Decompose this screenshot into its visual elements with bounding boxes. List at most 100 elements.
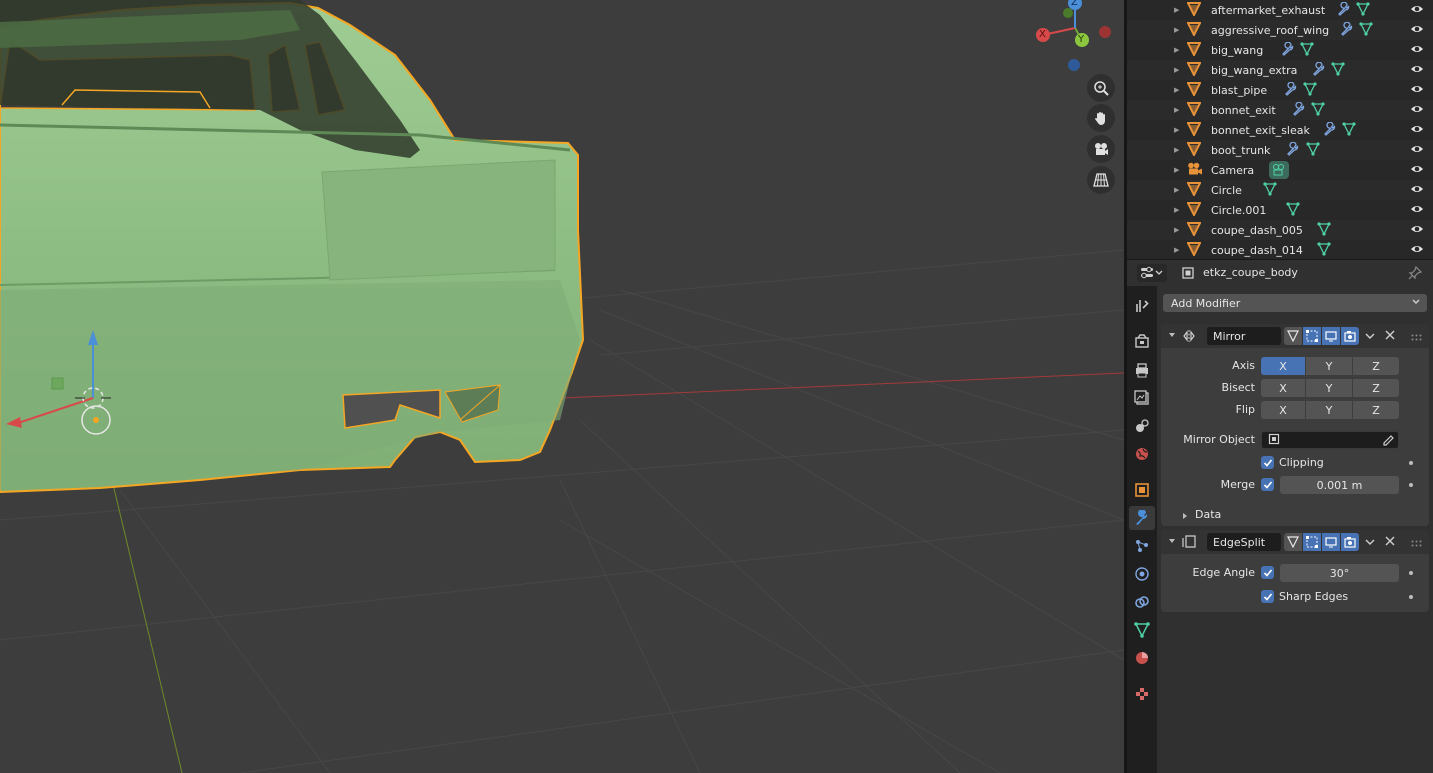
mesh-data-icon[interactable] (1311, 102, 1325, 119)
outliner-row-bonnet-exit[interactable]: ▶ bonnet_exit (1127, 100, 1433, 120)
wrench-icon[interactable] (1286, 141, 1300, 159)
expand-icon[interactable]: ▶ (1174, 86, 1179, 94)
outliner-item-name[interactable]: aggressive_roof_wing (1211, 24, 1329, 37)
wrench-icon[interactable] (1337, 1, 1351, 19)
visibility-eye-icon[interactable] (1410, 122, 1424, 139)
tab-render[interactable] (1129, 329, 1155, 353)
outliner-row-coupe-dash-005[interactable]: ▶ coupe_dash_005 (1127, 220, 1433, 240)
outliner-row-aggressive-roof-wing[interactable]: ▶ aggressive_roof_wing (1127, 20, 1433, 40)
axis-x-toggle[interactable]: X (1261, 357, 1305, 375)
bisect-z-toggle[interactable]: Z (1353, 379, 1399, 397)
outliner-item-name[interactable]: coupe_dash_014 (1211, 244, 1303, 257)
edit-mode-cage-icon[interactable] (1284, 327, 1302, 345)
expand-icon[interactable]: ▶ (1174, 246, 1179, 254)
tab-object[interactable] (1129, 478, 1155, 502)
outliner-row-circle-001[interactable]: ▶ Circle.001 (1127, 200, 1433, 220)
dropdown-chevron-icon[interactable] (1365, 537, 1375, 550)
outliner-item-name[interactable]: aftermarket_exhaust (1211, 4, 1325, 17)
visibility-eye-icon[interactable] (1410, 42, 1424, 59)
outliner-item-name[interactable]: big_wang_extra (1211, 64, 1297, 77)
mesh-data-icon[interactable] (1306, 142, 1320, 159)
eyedropper-icon[interactable] (1382, 435, 1394, 450)
edit-mode-toggle-icon[interactable] (1303, 533, 1321, 551)
tab-constraints[interactable] (1129, 590, 1155, 614)
add-modifier-dropdown[interactable]: Add Modifier (1163, 294, 1427, 312)
bisect-x-toggle[interactable]: X (1261, 379, 1305, 397)
render-toggle-icon[interactable] (1341, 327, 1359, 345)
camera-data-icon[interactable] (1269, 161, 1289, 182)
merge-checkbox[interactable] (1261, 478, 1274, 491)
tab-output[interactable] (1129, 358, 1155, 382)
edit-mode-cage-icon[interactable] (1284, 533, 1302, 551)
mesh-data-icon[interactable] (1286, 202, 1300, 219)
expand-icon[interactable]: ▶ (1174, 26, 1179, 34)
flip-y-toggle[interactable]: Y (1306, 401, 1352, 419)
visibility-eye-icon[interactable] (1410, 222, 1424, 239)
zoom-icon[interactable] (1087, 74, 1115, 102)
tab-world[interactable] (1129, 442, 1155, 466)
tab-physics[interactable] (1129, 562, 1155, 586)
mesh-data-icon[interactable] (1342, 122, 1356, 139)
outliner-item-name[interactable]: Camera (1211, 164, 1254, 177)
wrench-icon[interactable] (1340, 21, 1354, 39)
wrench-icon[interactable] (1312, 61, 1326, 79)
outliner-row-aftermarket-exhaust[interactable]: ▶ aftermarket_exhaust (1127, 0, 1433, 20)
outliner-row-big-wang-extra[interactable]: ▶ big_wang_extra (1127, 60, 1433, 80)
keyframe-dot-icon[interactable] (1409, 571, 1413, 575)
outliner-row-circle[interactable]: ▶ Circle (1127, 180, 1433, 200)
expand-icon[interactable]: ▶ (1174, 6, 1179, 14)
outliner-item-name[interactable]: bonnet_exit (1211, 104, 1276, 117)
mesh-data-icon[interactable] (1359, 22, 1373, 39)
outliner-row-coupe-dash-014[interactable]: ▶ coupe_dash_014 (1127, 240, 1433, 259)
clipping-checkbox[interactable] (1261, 456, 1274, 469)
bisect-y-toggle[interactable]: Y (1306, 379, 1352, 397)
mirror-object-field[interactable] (1261, 431, 1399, 449)
outliner-item-name[interactable]: blast_pipe (1211, 84, 1267, 97)
outliner[interactable]: ▶ aftermarket_exhaust ▶ aggressive_roof_… (1127, 0, 1433, 259)
keyframe-dot-icon[interactable] (1409, 483, 1413, 487)
drag-handle-icon[interactable] (1411, 538, 1423, 551)
editor-type-icon[interactable] (1137, 264, 1167, 282)
tab-modifiers[interactable] (1129, 506, 1155, 530)
expand-icon[interactable]: ▶ (1174, 226, 1179, 234)
expand-icon[interactable]: ▶ (1174, 186, 1179, 194)
mesh-data-icon[interactable] (1303, 82, 1317, 99)
wrench-icon[interactable] (1281, 41, 1295, 59)
mesh-data-icon[interactable] (1317, 242, 1331, 259)
tab-material[interactable] (1129, 646, 1155, 670)
edgesplit-modifier-name-field[interactable]: EdgeSplit (1207, 533, 1281, 551)
outliner-item-name[interactable]: Circle (1211, 184, 1242, 197)
drag-handle-icon[interactable] (1411, 332, 1423, 345)
data-subpanel-label[interactable]: Data (1195, 508, 1221, 521)
edgesplit-modifier-header[interactable]: EdgeSplit (1161, 530, 1429, 554)
visibility-eye-icon[interactable] (1410, 182, 1424, 199)
wrench-icon[interactable] (1323, 121, 1337, 139)
flip-x-toggle[interactable]: X (1261, 401, 1305, 419)
visibility-eye-icon[interactable] (1410, 242, 1424, 259)
visibility-eye-icon[interactable] (1410, 22, 1424, 39)
outliner-item-name[interactable]: big_wang (1211, 44, 1263, 57)
outliner-item-name[interactable]: boot_trunk (1211, 144, 1270, 157)
outliner-row-camera[interactable]: ▶ Camera (1127, 160, 1433, 180)
viewport-display-icon[interactable] (1322, 327, 1340, 345)
collapse-chevron-icon[interactable] (1167, 536, 1177, 549)
outliner-item-name[interactable]: bonnet_exit_sleak (1211, 124, 1310, 137)
outliner-row-boot-trunk[interactable]: ▶ boot_trunk (1127, 140, 1433, 160)
keyframe-dot-icon[interactable] (1409, 595, 1413, 599)
mirror-modifier-name-field[interactable]: Mirror (1207, 327, 1281, 345)
outliner-row-big-wang[interactable]: ▶ big_wang (1127, 40, 1433, 60)
expand-icon[interactable]: ▶ (1174, 146, 1179, 154)
axis-z-toggle[interactable]: Z (1353, 357, 1399, 375)
flip-z-toggle[interactable]: Z (1353, 401, 1399, 419)
pin-icon[interactable] (1408, 265, 1423, 283)
tab-particles[interactable] (1129, 534, 1155, 558)
render-toggle-icon[interactable] (1341, 533, 1359, 551)
expand-icon[interactable]: ▶ (1174, 126, 1179, 134)
axis-y-toggle[interactable]: Y (1306, 357, 1352, 375)
camera-view-icon[interactable] (1087, 135, 1115, 163)
tab-texture[interactable] (1129, 682, 1155, 706)
pan-hand-icon[interactable] (1087, 104, 1115, 132)
viewport-display-icon[interactable] (1322, 533, 1340, 551)
3d-viewport[interactable]: X Y Z (0, 0, 1124, 773)
outliner-row-blast-pipe[interactable]: ▶ blast_pipe (1127, 80, 1433, 100)
